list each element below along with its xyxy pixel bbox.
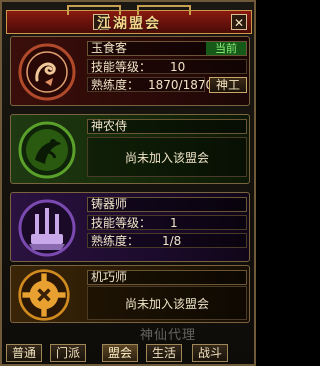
- guild-name: 玉食客 当前: [87, 41, 247, 56]
- skill-level-label: 技能等级：: [91, 216, 152, 230]
- gear-emblem-icon: [18, 269, 70, 321]
- not-joined-message: 尚未加入该盟会: [87, 286, 247, 320]
- title-bar: ? 江湖盟会 ✕: [6, 5, 252, 34]
- close-button[interactable]: ✕: [231, 14, 247, 30]
- proficiency-row: 熟练度： 1870/1870: [87, 77, 213, 92]
- guild-name-text: 玉食客: [91, 41, 128, 55]
- tab-guild[interactable]: 盟会: [102, 344, 138, 362]
- tab-combat[interactable]: 战斗: [192, 344, 228, 362]
- skill-level-value: 1: [170, 216, 178, 230]
- watermark: 神仙代理: [140, 328, 197, 343]
- guild-card-yushike[interactable]: 玉食客 当前 技能等级： 10 熟练度： 1870/1870 神工: [10, 36, 250, 106]
- skill-level-value: 10: [170, 60, 186, 74]
- herb-emblem-icon: [18, 121, 76, 179]
- guild-card-zhuqishi[interactable]: 铸器师 技能等级： 1 熟练度： 1/8: [10, 192, 250, 262]
- guild-name: 铸器师: [87, 197, 247, 212]
- guild-window: ? 江湖盟会 ✕ 玉食客 当前 技能等级： 10 熟练度： 1870/1870 …: [0, 0, 256, 366]
- proficiency-value: 1870/1870: [148, 78, 214, 92]
- guild-name: 神农侍: [87, 119, 247, 134]
- tab-sect[interactable]: 门派: [50, 344, 86, 362]
- proficiency-label: 熟练度：: [91, 78, 140, 92]
- skill-level-row: 技能等级： 10: [87, 59, 247, 74]
- dragon-emblem-icon: [18, 43, 76, 101]
- shengong-button[interactable]: 神工: [209, 77, 247, 93]
- bottom-tab-bar: 普通 门派 盟会 生活 战斗: [6, 344, 254, 364]
- guild-card-shennongshi[interactable]: 神农侍 尚未加入该盟会: [10, 114, 250, 184]
- not-joined-message: 尚未加入该盟会: [87, 137, 247, 177]
- skill-level-row: 技能等级： 1: [87, 215, 247, 230]
- proficiency-label: 熟练度：: [91, 234, 140, 248]
- tab-life[interactable]: 生活: [146, 344, 182, 362]
- forge-emblem-icon: [18, 199, 76, 257]
- window-title: 江湖盟会: [97, 16, 161, 32]
- guild-card-jiqiaoshi[interactable]: 机巧师 尚未加入该盟会: [10, 265, 250, 323]
- skill-level-label: 技能等级：: [91, 60, 152, 74]
- tab-normal[interactable]: 普通: [6, 344, 42, 362]
- guild-name: 机巧师: [87, 270, 247, 285]
- current-status-badge: 当前: [206, 42, 246, 55]
- proficiency-value: 1/8: [162, 234, 182, 248]
- proficiency-row: 熟练度： 1/8: [87, 233, 247, 248]
